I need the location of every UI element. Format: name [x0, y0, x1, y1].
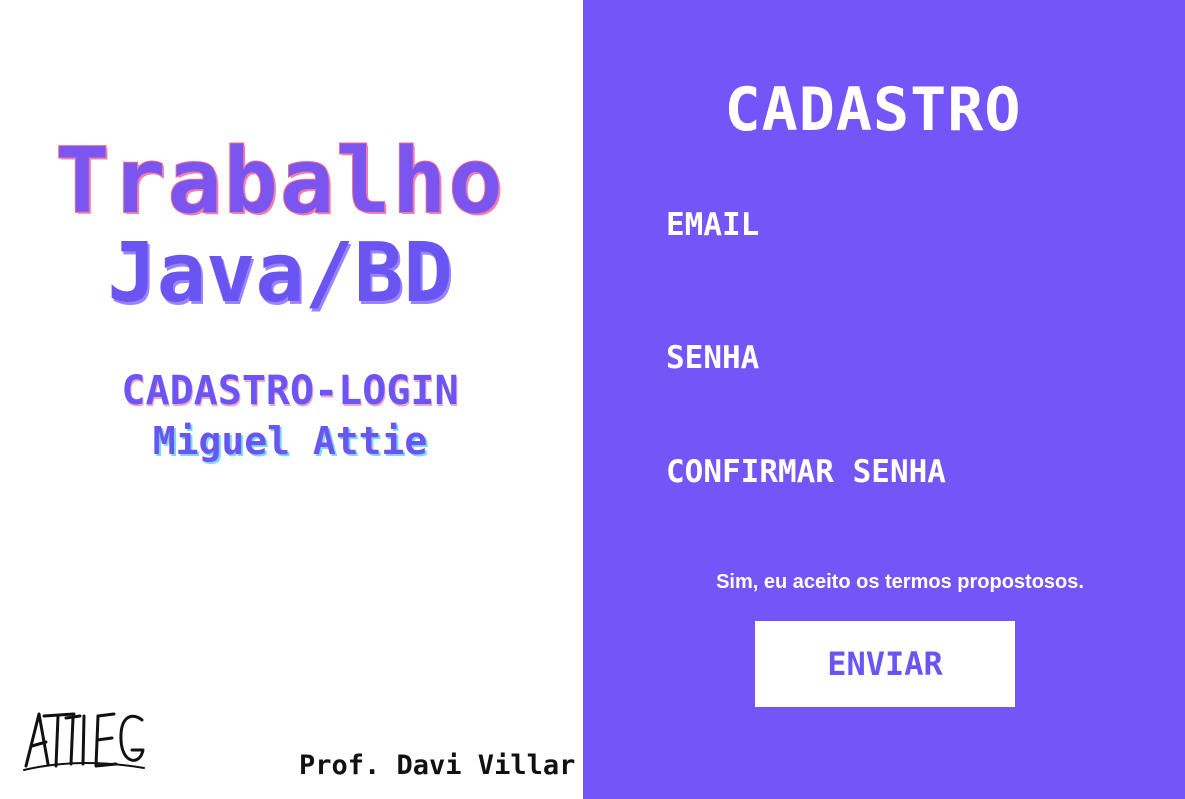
attie-signature-logo — [23, 712, 145, 771]
terms-acceptance[interactable]: Sim, eu aceito os termos propostosos. — [583, 568, 1185, 596]
title-line-1: Trabalho — [54, 129, 505, 234]
email-field[interactable] — [666, 250, 1106, 280]
signup-form-panel: CADASTRO EMAIL SENHA CONFIRMAR SENHA Sim… — [583, 0, 1185, 799]
signup-page: Trabalho Java/BD CADASTRO-LOGIN Miguel A… — [0, 0, 1185, 799]
confirm-password-field[interactable] — [666, 500, 1106, 530]
confirm-password-label: CONFIRMAR SENHA — [666, 454, 946, 490]
project-subtitle: CADASTRO-LOGIN — [121, 368, 459, 414]
form-title: CADASTRO — [724, 75, 1022, 145]
submit-button[interactable]: ENVIAR — [755, 621, 1015, 707]
password-label: SENHA — [666, 340, 760, 376]
email-label: EMAIL — [666, 207, 760, 243]
password-field[interactable] — [666, 384, 1106, 414]
left-panel: Trabalho Java/BD CADASTRO-LOGIN Miguel A… — [0, 0, 583, 799]
title-line-2: Java/BD — [107, 226, 453, 321]
author-name: Miguel Attie — [152, 419, 428, 463]
professor-credit: Prof. Davi Villar — [299, 750, 576, 781]
